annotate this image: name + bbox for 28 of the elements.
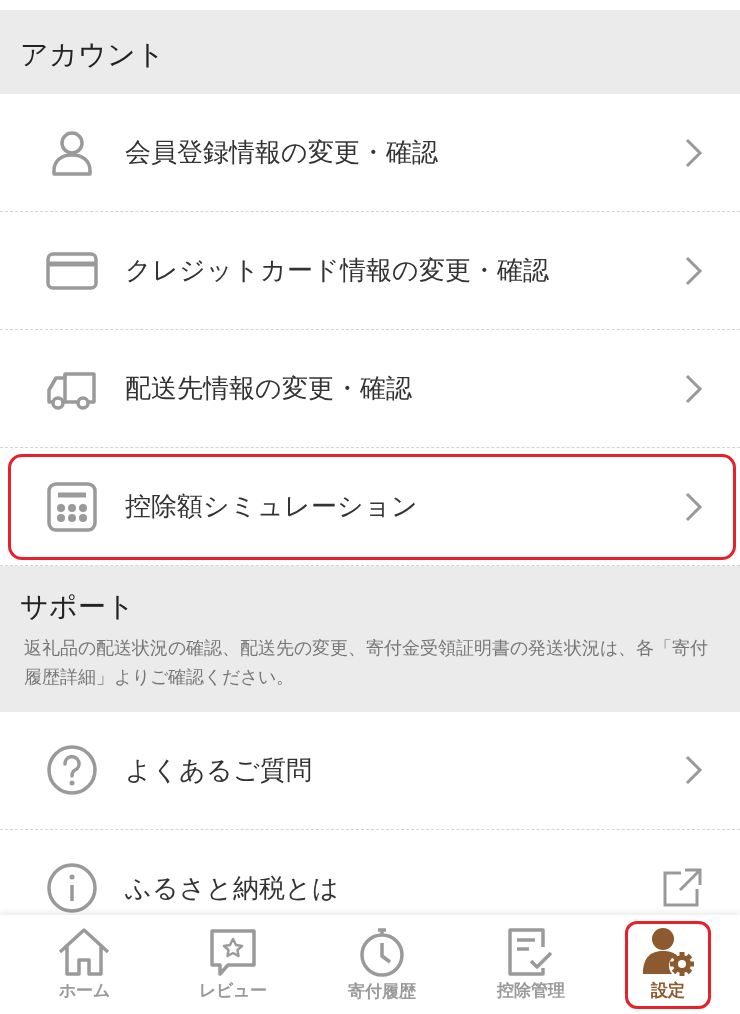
star-speech-bubble-icon <box>208 927 259 977</box>
section-title: アカウント <box>20 37 166 73</box>
menu-item-label: 控除額シミュレーション <box>125 490 419 523</box>
user-settings-icon <box>640 927 695 977</box>
menu-item[interactable]: ふるさと納税とは <box>8 829 736 915</box>
tab[interactable]: 設定 <box>624 920 711 1009</box>
menu-item-label: ふるさと納税とは <box>125 871 340 905</box>
menu-item[interactable]: クレジットカード情報の変更・確認 <box>8 212 736 329</box>
menu-item[interactable]: 配送先情報の変更・確認 <box>8 330 736 447</box>
chevron-right-icon <box>685 255 703 286</box>
menu-item[interactable]: 控除額シミュレーション <box>8 453 736 560</box>
info-icon <box>45 861 99 915</box>
menu-item-label: 配送先情報の変更・確認 <box>125 372 413 405</box>
section-title: サポート <box>20 589 136 625</box>
menu-item[interactable]: 会員登録情報の変更・確認 <box>8 94 736 211</box>
menu-item-label: よくあるご質問 <box>125 753 313 787</box>
chevron-right-icon <box>685 373 703 404</box>
menu-item-label: 会員登録情報の変更・確認 <box>125 136 439 169</box>
chevron-right-icon <box>685 755 703 786</box>
chevron-right-icon <box>685 491 703 522</box>
menu-item[interactable]: よくあるご質問 <box>8 711 736 829</box>
section-description: 返礼品の配送状況の確認、配送先の変更、寄付金受領証明書の発送状況は、各「寄付履歴詳細」よりご確認ください。 <box>23 636 709 689</box>
calculator-icon <box>45 479 99 534</box>
help-icon <box>45 743 99 798</box>
menu-item-label: クレジットカード情報の変更・確認 <box>125 254 550 287</box>
chevron-right-icon <box>685 137 703 168</box>
external-link-icon <box>661 867 703 910</box>
stopwatch-icon <box>357 926 407 978</box>
